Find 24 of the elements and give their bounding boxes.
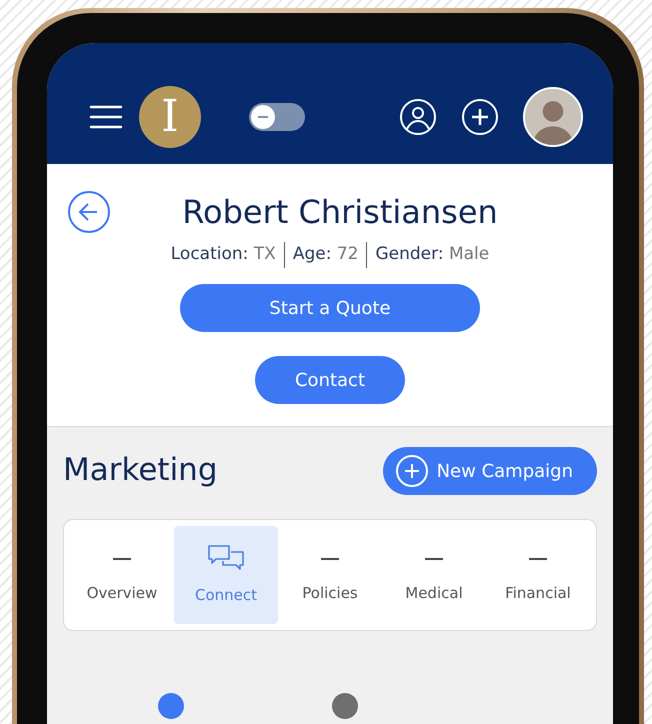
add-icon[interactable] bbox=[461, 98, 499, 136]
fact-text: Location: TX bbox=[170, 243, 276, 266]
dash-icon bbox=[113, 558, 131, 560]
tab[interactable]: Medical bbox=[382, 526, 486, 624]
tab[interactable]: Policies bbox=[278, 526, 382, 624]
new-campaign-button[interactable]: New Campaign bbox=[382, 447, 597, 495]
dash-icon bbox=[529, 558, 547, 560]
back-icon[interactable] bbox=[67, 190, 111, 234]
tab[interactable]: Financial bbox=[486, 526, 590, 624]
fact-text: Age: 72 bbox=[292, 243, 358, 266]
tab[interactable]: Overview bbox=[70, 526, 174, 624]
dash-icon bbox=[321, 558, 339, 560]
minus-icon bbox=[257, 114, 269, 118]
user-icon[interactable] bbox=[399, 98, 437, 136]
theme-toggle[interactable] bbox=[249, 102, 305, 130]
patient-name: Robert Christiansen bbox=[181, 192, 499, 232]
menu-icon[interactable] bbox=[89, 104, 123, 130]
action-button[interactable]: Contact bbox=[255, 356, 405, 404]
add-icon bbox=[394, 454, 429, 488]
fact-text: Gender: Male bbox=[375, 243, 490, 266]
dash-icon bbox=[425, 558, 443, 560]
logo: I bbox=[139, 86, 201, 148]
action-button[interactable]: Start a Quote bbox=[180, 284, 480, 332]
section-title: Marketing bbox=[63, 452, 218, 490]
